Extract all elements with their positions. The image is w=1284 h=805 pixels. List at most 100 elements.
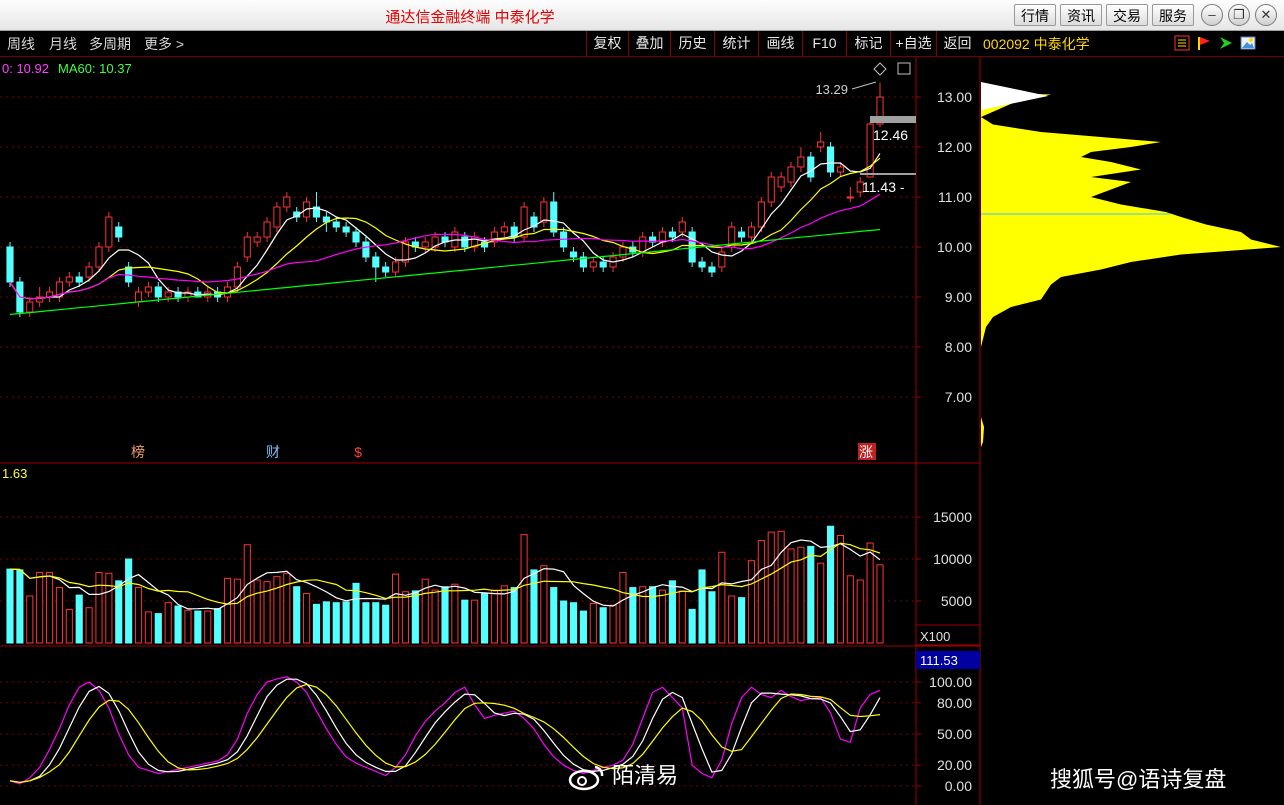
flag-icon[interactable] — [1196, 35, 1212, 51]
service-button[interactable]: 服务 — [1152, 4, 1194, 26]
volume-bar — [75, 594, 83, 644]
candle-body — [243, 236, 251, 258]
arrow-icon[interactable] — [1218, 35, 1234, 51]
volume-bar — [817, 562, 825, 644]
volume-bar — [738, 597, 746, 644]
candle-body — [421, 241, 429, 248]
candle-body — [747, 226, 756, 238]
volume-bar — [876, 564, 884, 644]
weibo-watermark-text: 陌清易 — [612, 763, 679, 788]
picture-icon[interactable] — [1240, 35, 1256, 51]
volume-bar — [698, 569, 706, 644]
price-tick-label: 10.00 — [937, 239, 972, 255]
volume-bar — [322, 601, 330, 644]
tool-history[interactable]: 历史 — [670, 31, 714, 56]
tool-draw[interactable]: 画线 — [758, 31, 802, 56]
price-tick-label: 11.00 — [938, 189, 972, 205]
tool-f10[interactable]: F10 — [802, 31, 846, 56]
candle-body — [75, 276, 83, 283]
chart-toolbar: 周线 月线 多周期 更多 > 复权 叠加 历史 统计 画线 F10 标记 +自选… — [0, 31, 1284, 57]
candle-body — [283, 196, 291, 208]
volume-bar — [797, 546, 805, 644]
candle-body — [738, 231, 746, 238]
volume-bar — [540, 565, 548, 644]
weibo-watermark: 陌清易 — [568, 758, 678, 792]
volume-bar — [184, 609, 192, 644]
candle-body — [105, 216, 113, 248]
candle-body — [827, 146, 835, 173]
price-tick-label: 12.00 — [937, 139, 972, 155]
period-monthly[interactable]: 月线 — [49, 34, 77, 54]
minimize-icon[interactable]: – — [1201, 4, 1223, 26]
tool-adjust[interactable]: 复权 — [586, 31, 628, 56]
period-more[interactable]: 更多 > — [144, 34, 184, 54]
volume-bar — [273, 576, 281, 644]
volume-legend: 1.63 — [2, 466, 27, 481]
list-icon[interactable] — [1174, 35, 1190, 51]
volume-bar — [836, 534, 845, 644]
volume-bar — [619, 571, 627, 644]
volume-bar — [332, 602, 340, 644]
candle-body — [134, 291, 143, 303]
indicator-tick-label: 20.00 — [937, 757, 972, 773]
candle-body — [500, 226, 508, 233]
volume-bar — [194, 610, 202, 644]
volume-bar — [471, 599, 479, 644]
kline-chart[interactable]: 13.00 12.00 11.00 10.00 9.00 8.00 7.00 15000 100… — [0, 0, 1284, 805]
volume-bar — [560, 600, 568, 644]
news-button[interactable]: 资讯 — [1060, 4, 1102, 26]
volume-bar — [609, 604, 617, 644]
indicator-tick-label: 80.00 — [937, 695, 972, 711]
candle-body — [639, 236, 647, 253]
trade-button[interactable]: 交易 — [1106, 4, 1148, 26]
candle-body — [619, 246, 627, 258]
volume-bar — [392, 573, 400, 644]
volume-bar — [134, 587, 143, 644]
volume-bar — [154, 613, 162, 644]
volume-bar — [164, 602, 172, 644]
candle-body — [569, 251, 578, 258]
volume-tick-label: 5000 — [941, 593, 972, 609]
candle-body — [550, 201, 558, 233]
period-multi[interactable]: 多周期 — [89, 34, 131, 54]
indicator-current-value: 111.53 — [920, 653, 958, 668]
volume-bar — [668, 580, 676, 644]
indicator-tick-label: 50.00 — [937, 726, 972, 742]
volume-bar — [451, 583, 459, 644]
candle-body — [777, 176, 785, 188]
close-icon[interactable]: ✕ — [1255, 4, 1277, 26]
volume-bar — [777, 530, 785, 644]
candle-body — [273, 206, 281, 228]
tool-statistics[interactable]: 统计 — [714, 31, 758, 56]
volume-bar — [866, 542, 874, 644]
candle-body — [332, 221, 340, 228]
candle-body — [599, 261, 607, 268]
period-weekly[interactable]: 周线 — [7, 34, 35, 54]
volume-bar — [372, 602, 380, 644]
volume-bar — [431, 589, 439, 644]
candle-body — [392, 261, 400, 273]
price-tick-label: 9.00 — [945, 289, 972, 305]
volume-bar — [36, 571, 44, 644]
volume-bar — [807, 545, 815, 644]
volume-unit: X100 — [920, 629, 950, 644]
candle-body — [144, 286, 152, 293]
restore-icon[interactable]: ❐ — [1228, 4, 1250, 26]
volume-bar — [95, 571, 103, 644]
tool-mark[interactable]: 标记 — [846, 31, 890, 56]
candle-body — [26, 301, 34, 313]
volume-bar — [480, 592, 489, 644]
volume-bar — [461, 599, 469, 644]
volume-bar — [550, 587, 558, 644]
high-price-label: 13.29 — [815, 82, 848, 97]
volume-bar — [55, 587, 63, 644]
candle-body — [708, 266, 716, 273]
candle-body — [520, 206, 528, 238]
volume-bar — [352, 582, 360, 644]
tool-overlay[interactable]: 叠加 — [628, 31, 670, 56]
tool-back[interactable]: 返回 — [936, 31, 978, 56]
candle-body — [807, 156, 815, 178]
tool-add-watchlist[interactable]: +自选 — [890, 31, 936, 56]
price-marker-lower: 11.43 - — [862, 179, 905, 195]
market-button[interactable]: 行情 — [1014, 4, 1056, 26]
